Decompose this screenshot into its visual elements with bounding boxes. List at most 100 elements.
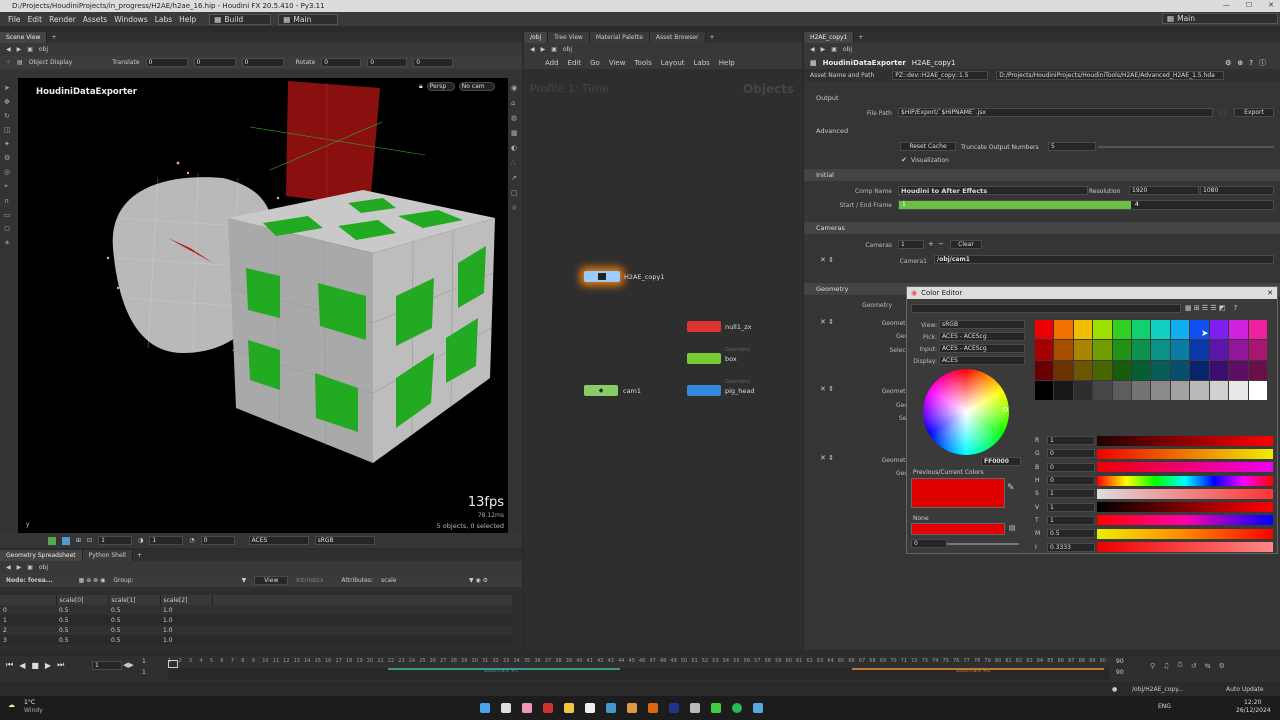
rotate-y-field[interactable]: 0 xyxy=(367,58,408,67)
alpha-field[interactable]: 0 xyxy=(911,539,947,548)
browser-icon[interactable] xyxy=(522,703,532,713)
geo1-remove-icon[interactable]: ✕ ⇕ xyxy=(820,318,834,326)
column-header[interactable] xyxy=(0,595,57,605)
filter-icon[interactable]: ▼ xyxy=(242,577,247,584)
truncate-slider[interactable] xyxy=(1098,146,1274,148)
current-color-swatch[interactable] xyxy=(911,478,1005,508)
maximize-icon[interactable]: ☐ xyxy=(1246,1,1252,9)
auto-update-menu[interactable]: Auto Update xyxy=(1226,686,1264,693)
add-camera-icon[interactable]: + xyxy=(928,240,934,248)
step-back-icon[interactable]: ◀ xyxy=(19,661,25,670)
column-header[interactable]: scale[0] xyxy=(56,595,109,605)
menu-edit[interactable]: Edit xyxy=(28,15,43,24)
light-icon[interactable]: ☼ xyxy=(511,204,519,212)
table-row[interactable]: 1 0.5 0.5 1.0 xyxy=(0,615,512,625)
palette-swatch[interactable] xyxy=(1190,380,1209,400)
palette-swatch[interactable] xyxy=(1229,360,1248,380)
stop-icon[interactable]: ■ xyxy=(31,661,39,670)
net-menu-view[interactable]: View xyxy=(609,59,626,67)
tab-geometry-spreadsheet[interactable]: Geometry Spreadsheet xyxy=(0,550,83,561)
palette-mode-icons[interactable]: ▦ ⊞ ☰ ☰ ◩ xyxy=(1185,304,1226,312)
asset-name-field[interactable]: PZ::dev::H2AE_copy::1.5 xyxy=(892,71,989,80)
palette-swatch[interactable] xyxy=(1209,360,1229,380)
shading-icon[interactable]: ◐ xyxy=(511,144,519,152)
add-tab-icon[interactable]: + xyxy=(137,552,142,559)
range-icon[interactable]: ⇆ xyxy=(1205,662,1211,670)
ocio-display[interactable]: sRGB xyxy=(314,536,375,545)
palette-swatch[interactable] xyxy=(1229,320,1248,340)
view-field-1[interactable]: 1 xyxy=(98,536,133,545)
file-browse-icon[interactable]: ⬚ xyxy=(1220,109,1227,117)
tab-obj[interactable]: /obj xyxy=(524,32,549,43)
terminal-icon[interactable] xyxy=(606,703,616,713)
palette-swatch[interactable] xyxy=(1054,320,1073,340)
display-options-icon[interactable]: ◉ xyxy=(511,84,519,92)
palette-swatch[interactable] xyxy=(1170,380,1190,400)
menu-help[interactable]: Help xyxy=(179,15,196,24)
select-tool-icon[interactable]: ➤ xyxy=(4,84,14,92)
attributes-filter[interactable]: scale xyxy=(381,577,461,584)
palette-swatch[interactable] xyxy=(1093,380,1112,400)
viewport[interactable]: HoudiniDataExporter 🔒︎ Persp No cam y 13… xyxy=(18,78,508,533)
palette-swatch[interactable] xyxy=(1093,360,1112,380)
playhead[interactable] xyxy=(168,660,178,668)
node-null[interactable] xyxy=(687,321,721,332)
network-path[interactable]: obj xyxy=(563,46,572,53)
palette-swatch[interactable] xyxy=(1151,320,1170,340)
table-row[interactable]: 2 0.5 0.5 1.0 xyxy=(0,625,512,635)
menu-assets[interactable]: Assets xyxy=(83,15,107,24)
palette-swatch[interactable] xyxy=(1209,380,1229,400)
add-tab-icon[interactable]: + xyxy=(710,34,715,41)
channel-value-field[interactable]: 1 xyxy=(1047,502,1095,512)
forward-icon[interactable]: ▶ xyxy=(541,46,546,53)
ghost-icon[interactable]: ◍ xyxy=(511,114,519,122)
net-menu-edit[interactable]: Edit xyxy=(568,59,582,67)
timeline-ticks[interactable]: 1 2 3 4 5 6 7 8 9 10 11 12 13 14 15 16 17 18 19 20 21 22 23 24 2… xyxy=(168,656,1110,668)
table-row[interactable]: 3 0.5 0.5 1.0 xyxy=(0,635,512,645)
palette-swatch[interactable] xyxy=(1093,320,1112,340)
palette-swatch[interactable] xyxy=(1073,380,1093,400)
tab-asset-browser[interactable]: Asset Browser xyxy=(649,32,706,43)
palette-swatch[interactable] xyxy=(1073,340,1093,360)
geo3-remove-icon[interactable]: ✕ ⇕ xyxy=(820,454,834,462)
snap-green-icon[interactable] xyxy=(48,536,56,545)
audio-icon[interactable]: ♫ xyxy=(1163,662,1169,670)
tab-python-shell[interactable]: Python Shell xyxy=(82,550,133,561)
node-box[interactable] xyxy=(687,353,721,364)
after-effects-icon[interactable] xyxy=(669,703,679,713)
node-name[interactable]: H2AE_copy1 xyxy=(912,59,956,67)
channel-value-field[interactable]: 0 xyxy=(1047,462,1095,472)
node-h2ae[interactable] xyxy=(584,271,620,282)
spreadsheet-mode-icons[interactable]: ▦ ⊕ ⊗ ◉ xyxy=(79,577,106,584)
output-section[interactable]: Output xyxy=(816,94,839,102)
menu-render[interactable]: Render xyxy=(49,15,76,24)
status-path[interactable]: /obj/H2AE_copy... xyxy=(1132,686,1184,693)
palette-swatch[interactable] xyxy=(1112,360,1132,380)
palette-swatch[interactable] xyxy=(1035,360,1054,380)
desktop-right-dropdown[interactable]: ▦ Main xyxy=(1162,13,1278,24)
channel-slider[interactable] xyxy=(1097,448,1273,459)
initial-header[interactable]: Initial xyxy=(804,169,1280,181)
pose-tool-icon[interactable]: ⚙ xyxy=(4,154,14,162)
range-end-2[interactable]: 90 xyxy=(1116,669,1124,676)
palette-swatch[interactable] xyxy=(1073,360,1093,380)
back-icon[interactable]: ◀ xyxy=(810,46,815,53)
palette-swatch[interactable] xyxy=(1248,360,1267,380)
frame-range-bar[interactable]: 1 4 xyxy=(898,200,1274,210)
channel-value-field[interactable]: 1 xyxy=(1047,515,1095,525)
calculator-icon[interactable] xyxy=(753,703,763,713)
app-orange-icon[interactable] xyxy=(627,703,637,713)
rotate-tool-icon[interactable]: ↻ xyxy=(4,112,14,120)
gamma-icon[interactable]: ◔ xyxy=(189,537,194,544)
input-dropdown[interactable]: ACES - ACEScg xyxy=(939,344,1025,353)
view-field-2[interactable]: 1 xyxy=(149,536,184,545)
res-width-field[interactable]: 1920 xyxy=(1129,186,1199,195)
camera1-field[interactable]: /obj/cam1 xyxy=(934,255,1274,264)
palette-swatch[interactable] xyxy=(1073,320,1093,340)
param-tools-icons[interactable]: ⚙⊕?ⓘ xyxy=(1225,58,1272,68)
add-tab-icon[interactable]: + xyxy=(858,34,863,41)
net-menu-go[interactable]: Go xyxy=(590,59,600,67)
app-red-icon[interactable] xyxy=(543,703,553,713)
start-icon[interactable] xyxy=(480,703,490,713)
channel-slider[interactable] xyxy=(1097,528,1273,539)
